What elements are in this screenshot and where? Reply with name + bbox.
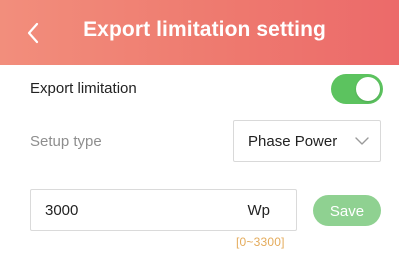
export-power-input[interactable] (45, 190, 225, 230)
header-bar: Export limitation setting (0, 0, 399, 65)
save-button[interactable]: Save (313, 195, 381, 226)
power-unit: Wp (247, 202, 271, 219)
power-range-hint: [0~3300] (236, 235, 285, 249)
export-limitation-label: Export limitation (30, 80, 137, 97)
chevron-down-icon (355, 137, 369, 145)
page-title: Export limitation setting (83, 18, 326, 41)
toggle-knob (356, 77, 380, 101)
export-limitation-toggle[interactable] (331, 74, 383, 104)
setup-type-value: Phase Power (248, 133, 338, 150)
export-power-field[interactable]: Wp (30, 189, 297, 231)
setup-type-label: Setup type (30, 133, 102, 150)
setup-type-select[interactable]: Phase Power (233, 120, 381, 162)
